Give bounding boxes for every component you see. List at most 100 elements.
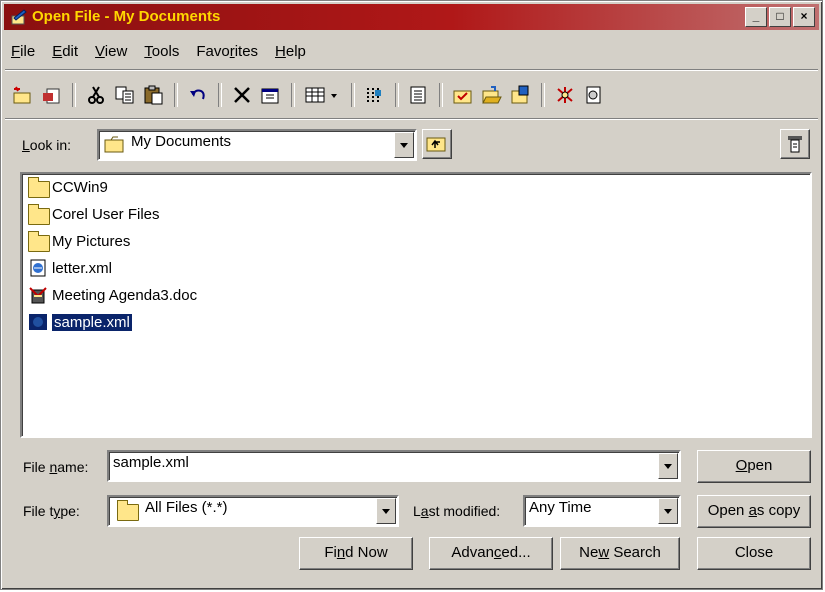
file-type-value: All Files (*.*) — [145, 499, 228, 516]
last-modified-dropdown-button[interactable] — [658, 498, 678, 524]
look-in-combo[interactable]: My Documents — [97, 129, 417, 161]
label-text: File t — [23, 503, 54, 519]
minimize-button[interactable]: _ — [745, 7, 767, 27]
menu-label: ools — [151, 43, 180, 60]
button-label: Close — [734, 544, 774, 561]
file-name: Meeting Agenda3.doc — [52, 286, 198, 304]
last-modified-value: Any Time — [529, 499, 592, 516]
list-item[interactable]: letter.xml — [28, 257, 112, 279]
open-as-copy-button[interactable]: Open as copy — [697, 495, 811, 528]
list-item-selected[interactable]: sample.xml — [28, 311, 132, 333]
file-name-input[interactable]: sample.xml — [107, 450, 681, 482]
network-icon[interactable] — [553, 83, 577, 107]
menu-accel: T — [144, 43, 152, 60]
close-button[interactable]: Close — [697, 537, 811, 570]
menu-label: elp — [285, 43, 306, 60]
file-name: letter.xml — [52, 259, 113, 277]
copy-icon[interactable] — [113, 83, 137, 107]
button-accel: O — [735, 457, 748, 474]
new-search-button[interactable]: New Search — [560, 537, 680, 570]
look-in-value: My Documents — [131, 133, 232, 150]
toolbar-separator — [218, 83, 222, 107]
menu-file[interactable]: File — [11, 43, 35, 60]
label-text: st modified: — [428, 503, 501, 519]
button-label: Search — [609, 544, 661, 561]
views-icon[interactable] — [303, 83, 343, 107]
menu-tools[interactable]: Tools — [144, 43, 179, 60]
file-type-label: File type: — [23, 503, 80, 519]
file-name: Corel User Files — [52, 205, 160, 223]
menu-divider — [5, 69, 818, 71]
button-label: Fi — [324, 544, 337, 561]
list-item[interactable]: CCWin9 — [28, 176, 108, 198]
doc-file-icon — [29, 287, 47, 304]
menu-edit[interactable]: Edit — [52, 43, 78, 60]
button-accel: w — [598, 544, 610, 561]
file-name: CCWin9 — [52, 178, 108, 196]
list-item[interactable]: Meeting Agenda3.doc — [28, 284, 197, 306]
maximize-button[interactable]: □ — [769, 7, 791, 27]
check-folder-icon[interactable] — [451, 83, 475, 107]
advanced-button[interactable]: Advanced... — [429, 537, 553, 570]
new-document-icon[interactable] — [40, 83, 64, 107]
up-one-level-button[interactable] — [422, 129, 452, 159]
folder-open-icon — [104, 136, 124, 153]
label-text: ook in: — [29, 137, 72, 153]
toolbar-separator — [291, 83, 295, 107]
open-button[interactable]: Open — [697, 450, 811, 483]
toolbar-separator — [174, 83, 178, 107]
move-folder-icon[interactable] — [509, 83, 533, 107]
last-modified-combo[interactable]: Any Time — [523, 495, 681, 527]
menu-accel: H — [275, 43, 286, 60]
file-name-dropdown-button[interactable] — [658, 453, 678, 479]
open-folder-icon[interactable] — [480, 83, 504, 107]
document-icon[interactable] — [582, 83, 606, 107]
undo-icon[interactable] — [186, 83, 210, 107]
menu-bar: File Edit View Tools Favorites Help — [11, 43, 306, 60]
folder-icon — [28, 204, 50, 225]
toolbar-divider — [5, 118, 818, 120]
file-list[interactable]: CCWin9 Corel User Files My Pictures lett… — [20, 172, 812, 438]
look-in-dropdown-button[interactable] — [394, 132, 414, 158]
label-accel: L — [22, 137, 30, 153]
button-label: Ne — [579, 544, 599, 561]
delete-icon[interactable] — [230, 83, 254, 107]
list-icon[interactable] — [363, 83, 387, 107]
paste-icon[interactable] — [142, 83, 166, 107]
button-accel: n — [336, 544, 346, 561]
commands-icon — [788, 136, 802, 153]
find-now-button[interactable]: Find Now — [299, 537, 413, 570]
file-type-dropdown-button[interactable] — [376, 498, 396, 524]
list-item[interactable]: My Pictures — [28, 230, 130, 252]
toolbar-separator — [395, 83, 399, 107]
button-label: ed... — [501, 544, 531, 561]
cut-icon[interactable] — [84, 83, 108, 107]
label-text: ame: — [57, 459, 89, 475]
title-bar[interactable]: Open File - My Documents _ □ × — [4, 4, 819, 30]
menu-view[interactable]: View — [95, 43, 127, 60]
toolbar-separator — [72, 83, 76, 107]
file-name-label: File name: — [23, 459, 88, 475]
list-item[interactable]: Corel User Files — [28, 203, 160, 225]
menu-accel: F — [11, 43, 21, 60]
file-type-combo[interactable]: All Files (*.*) — [107, 495, 399, 527]
details-icon[interactable] — [407, 83, 431, 107]
menu-favorites[interactable]: Favorites — [196, 43, 258, 60]
close-window-button[interactable]: × — [793, 7, 815, 27]
label-text: L — [413, 503, 421, 519]
menu-accel: V — [95, 43, 105, 60]
menu-help[interactable]: Help — [275, 43, 306, 60]
button-label: Open — [707, 502, 749, 519]
button-label: s copy — [756, 502, 801, 519]
file-name-value: sample.xml — [113, 454, 189, 471]
button-label: d Now — [345, 544, 388, 561]
button-accel: a — [748, 502, 757, 519]
properties-icon[interactable] — [259, 83, 283, 107]
label-accel: a — [420, 503, 429, 519]
new-folder-icon[interactable] — [11, 83, 35, 107]
window-title: Open File - My Documents — [32, 8, 221, 25]
commands-settings-button[interactable] — [780, 129, 810, 159]
folder-icon — [28, 177, 50, 198]
menu-label: dit — [62, 43, 79, 60]
file-name: sample.xml — [52, 313, 132, 331]
